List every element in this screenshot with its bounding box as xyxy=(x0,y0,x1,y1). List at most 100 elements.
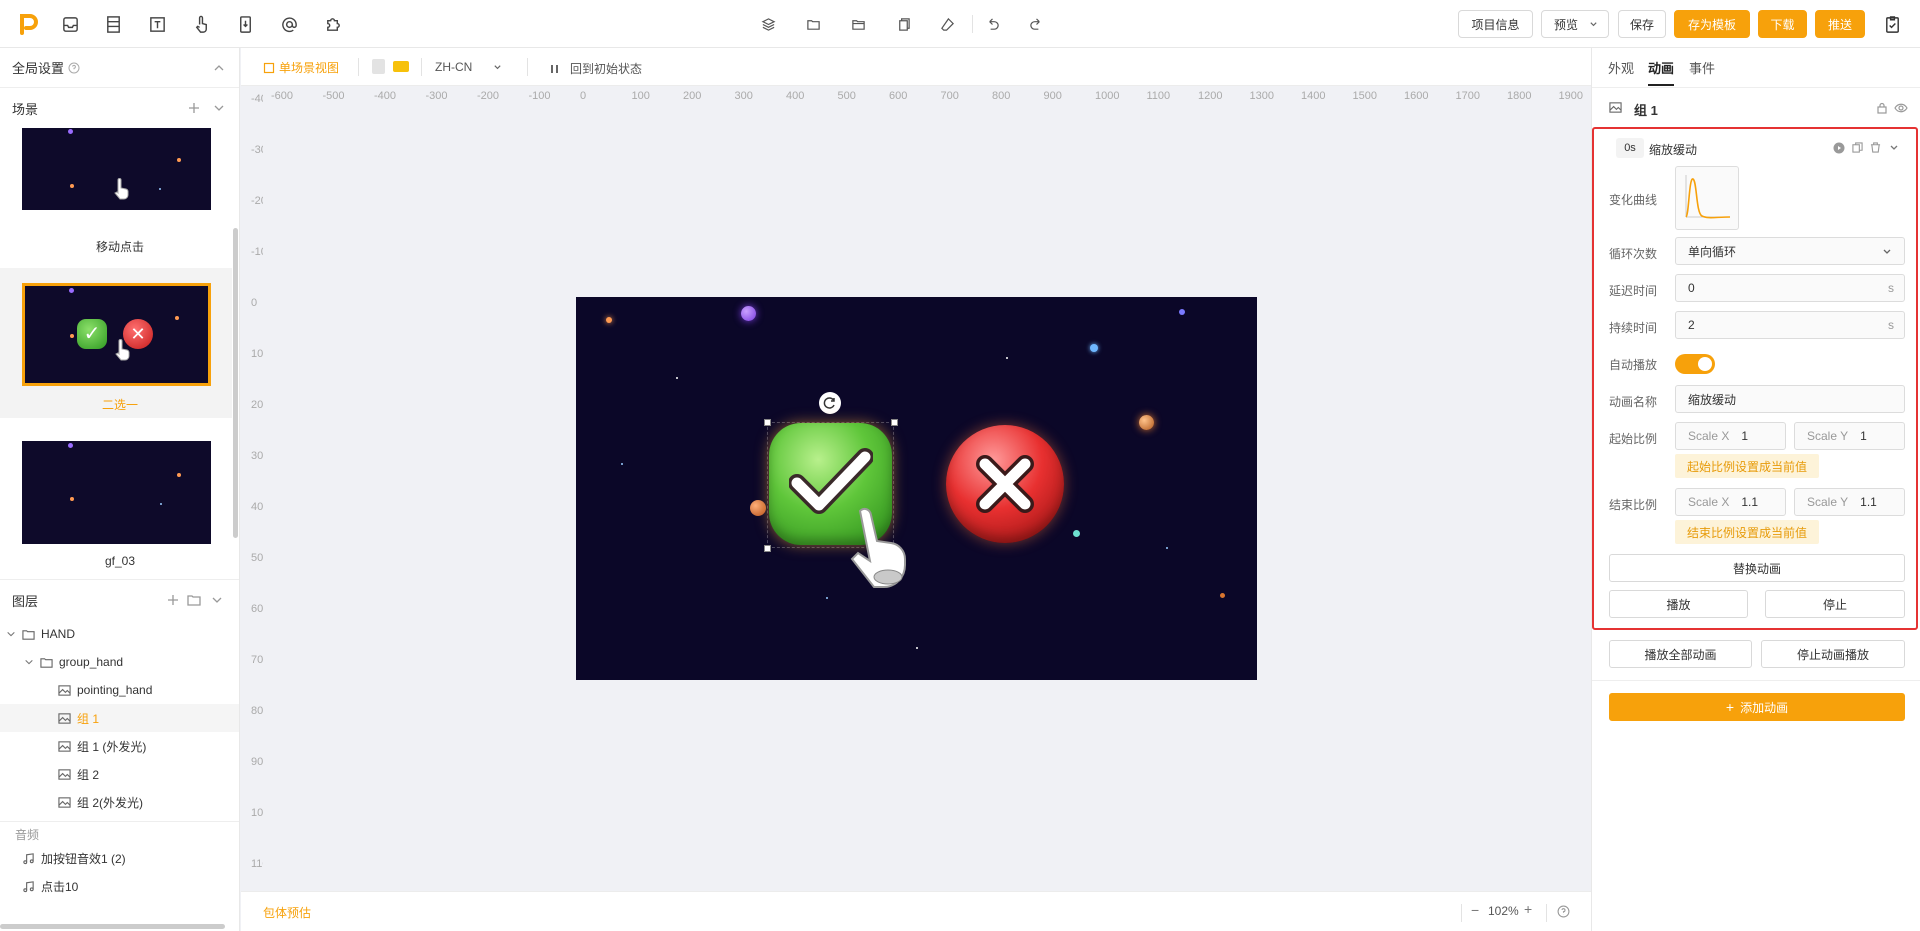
scene-label[interactable]: 二选一 xyxy=(0,396,239,413)
plugin-icon[interactable] xyxy=(321,12,345,36)
text-icon[interactable] xyxy=(145,12,169,36)
start-scale-y-input[interactable]: Scale Y 1 xyxy=(1794,422,1905,450)
mobile-icon[interactable] xyxy=(233,12,257,36)
horizontal-scrollbar[interactable] xyxy=(0,924,225,929)
new-folder-icon[interactable] xyxy=(187,593,201,607)
ruler-y-label: 400 xyxy=(251,501,263,513)
undo-icon[interactable] xyxy=(982,14,1002,34)
accent-color-swatch[interactable] xyxy=(393,61,409,72)
inbox-icon[interactable] xyxy=(58,12,82,36)
folder-icon xyxy=(40,657,53,668)
anim-name-input[interactable]: 缩放缓动 xyxy=(1675,385,1905,413)
resize-handle[interactable] xyxy=(764,419,771,426)
chevron-down-icon[interactable] xyxy=(6,629,16,639)
redo-icon[interactable] xyxy=(1026,14,1046,34)
zoom-out-button[interactable]: − xyxy=(1471,902,1479,918)
scene-thumbnail[interactable] xyxy=(22,441,211,544)
eraser-icon[interactable] xyxy=(937,14,957,34)
add-animation-button[interactable]: + 添加动画 xyxy=(1609,693,1905,721)
tab-appearance[interactable]: 外观 xyxy=(1608,58,1634,86)
scene-label[interactable]: 移动点击 xyxy=(0,238,239,255)
end-scale-set-current-button[interactable]: 结束比例设置成当前值 xyxy=(1675,520,1820,544)
tab-events[interactable]: 事件 xyxy=(1689,58,1715,86)
layer-row-selected[interactable]: 组 1 xyxy=(0,704,239,732)
layer-row[interactable]: pointing_hand xyxy=(0,676,239,704)
music-icon xyxy=(23,880,34,892)
add-scene-icon[interactable] xyxy=(187,101,201,115)
download-button[interactable]: 下载 xyxy=(1758,10,1807,38)
package-estimate-link[interactable]: 包体预估 xyxy=(263,904,311,921)
chevron-down-icon[interactable] xyxy=(212,101,226,115)
copy-icon[interactable] xyxy=(1852,142,1863,153)
scene-thumbnail[interactable] xyxy=(22,128,211,210)
eye-icon[interactable] xyxy=(1894,102,1908,114)
save-button[interactable]: 保存 xyxy=(1618,10,1666,38)
resize-handle[interactable] xyxy=(764,545,771,552)
layer-row[interactable]: 组 1 (外发光) xyxy=(0,732,239,760)
start-scale-x-input[interactable]: Scale X 1 xyxy=(1675,422,1786,450)
delay-input[interactable]: 0 s xyxy=(1675,274,1905,302)
hand-pointer-icon[interactable] xyxy=(189,12,213,36)
cross-button-graphic[interactable] xyxy=(946,425,1064,543)
duration-input[interactable]: 2 s xyxy=(1675,311,1905,339)
audio-row[interactable]: 点击10 xyxy=(0,872,239,900)
toolbar-divider xyxy=(972,15,973,33)
ruler-x-label: -500 xyxy=(322,90,345,102)
pointing-hand-graphic[interactable] xyxy=(846,505,916,589)
play-circle-icon[interactable] xyxy=(1833,142,1845,154)
folder-open-icon[interactable] xyxy=(848,14,868,34)
form-icon[interactable] xyxy=(101,12,125,36)
single-scene-view-toggle[interactable]: 单场景视图 xyxy=(263,59,339,76)
zoom-in-button[interactable]: + xyxy=(1524,901,1532,917)
language-select[interactable]: ZH-CN xyxy=(435,60,515,74)
start-scale-set-current-button[interactable]: 起始比例设置成当前值 xyxy=(1675,454,1820,478)
delete-icon[interactable] xyxy=(1870,142,1881,153)
layers-header: 图层 xyxy=(0,580,239,620)
layer-row[interactable]: group_hand xyxy=(0,648,239,676)
loop-select[interactable]: 单向循环 xyxy=(1675,237,1905,265)
at-icon[interactable] xyxy=(277,12,301,36)
lock-icon[interactable] xyxy=(1876,102,1888,114)
play-all-animations-button[interactable]: 播放全部动画 xyxy=(1609,640,1752,668)
rotate-handle[interactable] xyxy=(819,392,841,414)
stop-all-animations-button[interactable]: 停止动画播放 xyxy=(1761,640,1905,668)
layer-row[interactable]: 组 2(外发光) xyxy=(0,788,239,816)
scene-label[interactable]: gf_03 xyxy=(0,554,239,568)
help-icon[interactable] xyxy=(68,62,80,74)
easing-curve-editor[interactable] xyxy=(1675,166,1739,230)
reset-state-button[interactable]: 回到初始状态 xyxy=(550,60,642,77)
replace-animation-button[interactable]: 替换动画 xyxy=(1609,554,1905,582)
save-as-template-button[interactable]: 存为模板 xyxy=(1674,10,1750,38)
chevron-down-icon[interactable] xyxy=(1889,143,1899,153)
layer-row[interactable]: 组 2 xyxy=(0,760,239,788)
chevron-up-icon[interactable] xyxy=(212,61,226,75)
tab-animation[interactable]: 动画 xyxy=(1648,58,1675,86)
add-layer-icon[interactable] xyxy=(166,593,180,607)
bg-color-swatch[interactable] xyxy=(372,59,385,74)
copy-icon[interactable] xyxy=(893,14,913,34)
scene-scrollbar[interactable] xyxy=(233,228,238,538)
end-scale-y-input[interactable]: Scale Y 1.1 xyxy=(1794,488,1905,516)
help-icon[interactable] xyxy=(1557,905,1570,918)
frame-icon xyxy=(263,62,275,73)
audio-row[interactable]: 加按钮音效1 (2) xyxy=(0,844,239,872)
project-info-button[interactable]: 项目信息 xyxy=(1458,10,1533,38)
stop-button[interactable]: 停止 xyxy=(1765,590,1905,618)
folder-icon[interactable] xyxy=(803,14,823,34)
push-button[interactable]: 推送 xyxy=(1815,10,1865,38)
autoplay-toggle[interactable] xyxy=(1675,354,1715,374)
stage-canvas[interactable] xyxy=(576,297,1257,680)
global-settings-header[interactable]: 全局设置 xyxy=(0,48,239,88)
layers-icon[interactable] xyxy=(758,14,778,34)
scene-thumbnail[interactable]: ✓ ✕ xyxy=(22,283,211,386)
logo-icon[interactable] xyxy=(17,13,39,35)
chevron-down-icon[interactable] xyxy=(210,593,224,607)
clipboard-check-icon[interactable] xyxy=(1880,12,1904,36)
end-scale-x-input[interactable]: Scale X 1.1 xyxy=(1675,488,1786,516)
chevron-down-icon[interactable] xyxy=(24,657,34,667)
layer-row[interactable]: HAND xyxy=(0,620,239,648)
play-button[interactable]: 播放 xyxy=(1609,590,1748,618)
preview-dropdown[interactable]: 预览 xyxy=(1541,10,1609,38)
toggle-knob xyxy=(1698,357,1712,371)
resize-handle[interactable] xyxy=(891,419,898,426)
